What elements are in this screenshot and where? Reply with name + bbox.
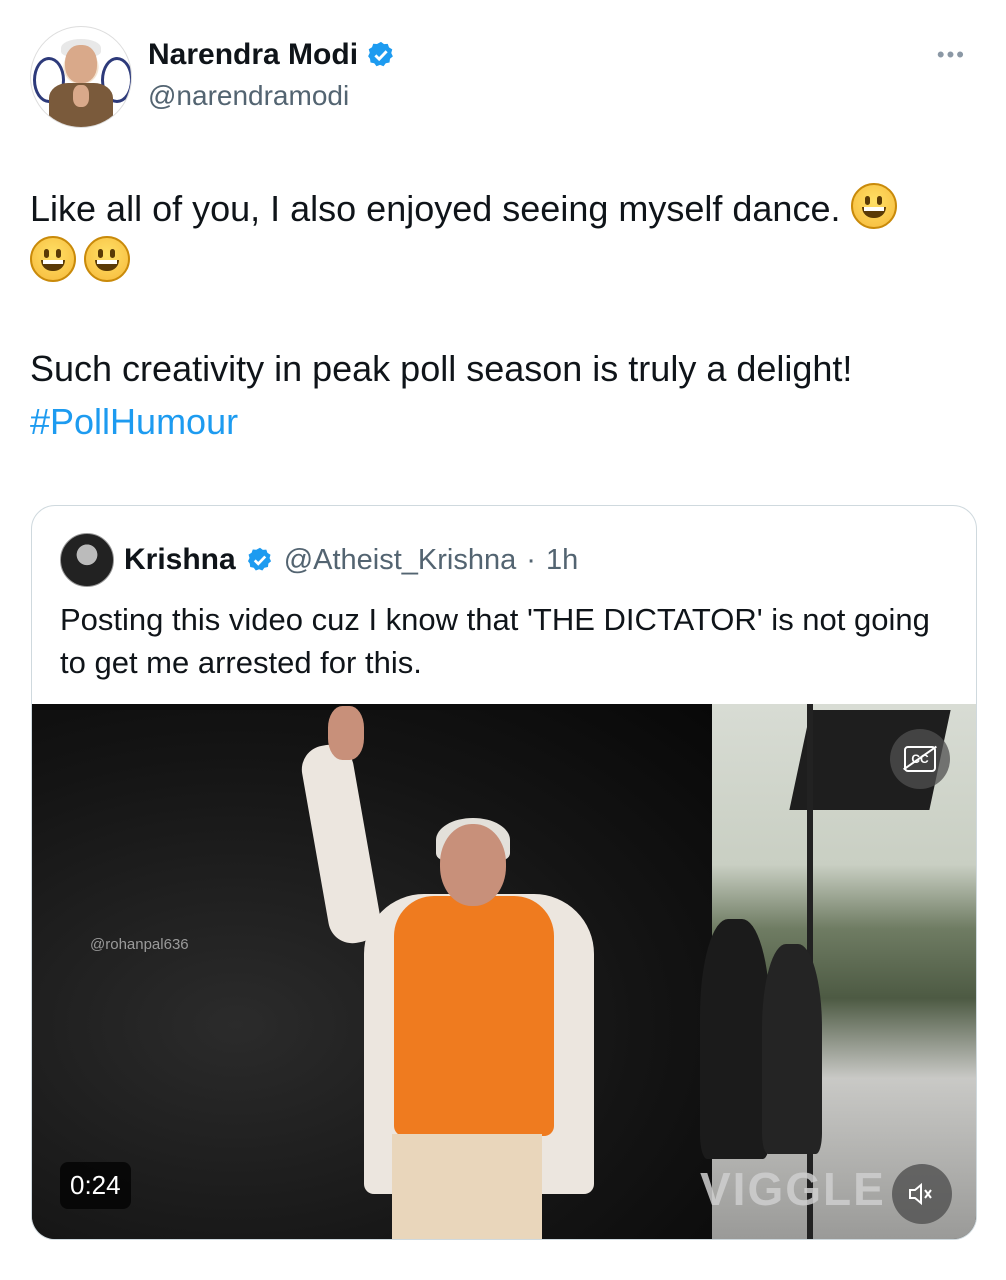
tweet-line-2: Such creativity in peak poll season is t… bbox=[30, 348, 853, 389]
tweet-paragraph-2: Such creativity in peak poll season is t… bbox=[30, 342, 960, 448]
author-name[interactable]: Narendra Modi bbox=[148, 38, 358, 72]
video-duration: 0:24 bbox=[60, 1162, 131, 1209]
dancer-legs bbox=[392, 1134, 542, 1239]
quoted-timestamp[interactable]: 1h bbox=[546, 544, 578, 577]
viggle-logo: VIGGLE bbox=[700, 1163, 886, 1215]
meta-separator: · bbox=[526, 543, 536, 576]
quoted-text: Posting this video cuz I know that 'THE … bbox=[60, 602, 930, 680]
more-options-icon[interactable]: ••• bbox=[937, 42, 966, 68]
background-person bbox=[762, 944, 822, 1154]
quoted-header: Krishna @Atheist_Krishna · 1h bbox=[60, 533, 578, 587]
captions-off-icon[interactable]: CC bbox=[890, 729, 950, 789]
speaker-glyph bbox=[909, 1182, 932, 1206]
quoted-author-handle[interactable]: @Atheist_Krishna bbox=[284, 544, 517, 577]
muted-speaker-icon[interactable] bbox=[892, 1164, 952, 1224]
dancer-vest bbox=[394, 896, 554, 1136]
avatar-hands bbox=[73, 85, 89, 107]
avatar-face bbox=[65, 45, 97, 83]
author-name-row: Narendra Modi bbox=[148, 38, 396, 72]
author-avatar[interactable] bbox=[30, 26, 132, 128]
grinning-face-icon bbox=[84, 236, 130, 282]
tweet-paragraph-1: Like all of you, I also enjoyed seeing m… bbox=[30, 182, 960, 288]
author-handle[interactable]: @narendramodi bbox=[148, 80, 349, 112]
verified-badge-icon bbox=[247, 547, 271, 571]
quoted-tweet[interactable]: Krishna @Atheist_Krishna · 1h Posting th… bbox=[31, 505, 977, 1240]
verified-badge-icon bbox=[368, 41, 393, 67]
quoted-author-name[interactable]: Krishna bbox=[124, 543, 236, 577]
tweet-line-1: Like all of you, I also enjoyed seeing m… bbox=[30, 188, 841, 229]
tweet-header: Narendra Modi @narendramodi ••• bbox=[30, 26, 976, 128]
stage-edge bbox=[32, 704, 712, 710]
dancer-head bbox=[440, 824, 506, 906]
dancer-hand bbox=[328, 706, 364, 760]
grinning-face-icon bbox=[30, 236, 76, 282]
tweet-text: Like all of you, I also enjoyed seeing m… bbox=[30, 182, 960, 448]
video-player[interactable]: @rohanpal636 VIGGLE CC 0:24 bbox=[32, 704, 976, 1239]
background-person bbox=[700, 919, 770, 1159]
video-watermark: @rohanpal636 bbox=[90, 936, 189, 953]
grinning-face-icon bbox=[850, 183, 897, 229]
quoted-avatar[interactable] bbox=[60, 533, 114, 587]
hashtag-link[interactable]: #PollHumour bbox=[30, 401, 238, 442]
